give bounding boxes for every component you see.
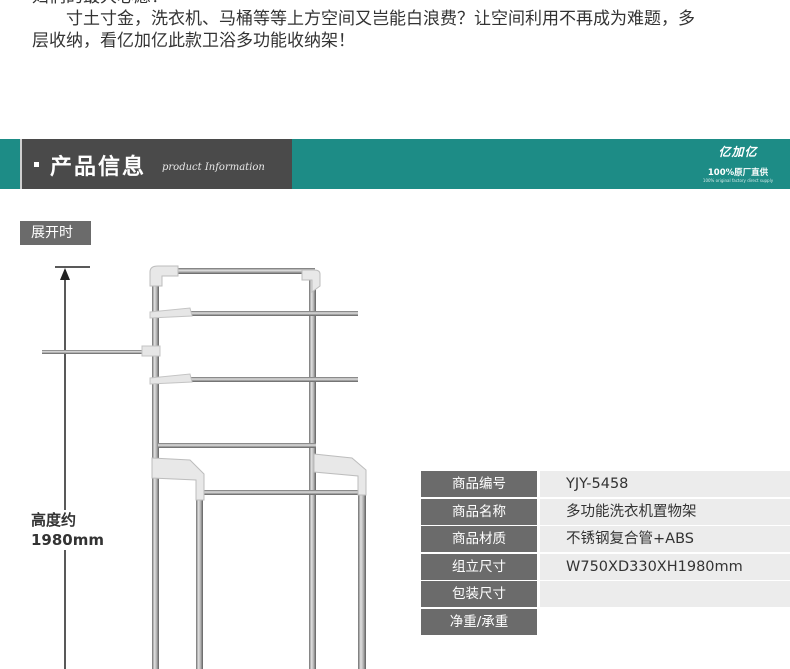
spec-key: 组立尺寸 <box>421 553 537 580</box>
spec-value <box>540 581 790 608</box>
brand-logo: 亿加亿 100%原厂直供 100% original factory direc… <box>698 143 778 185</box>
spec-row-package-size: 包装尺寸 <box>421 581 790 608</box>
brand-slogan: 100%原厂直供 <box>707 168 769 178</box>
spec-value: 不锈钢复合管+ABS <box>540 526 790 553</box>
spec-row-item-name: 商品名称 多功能洗衣机置物架 <box>421 498 790 525</box>
spec-value: W750XD330XH1980mm <box>540 553 790 580</box>
spec-key: 商品名称 <box>421 498 537 525</box>
brand-tiny-text: 100% original factory direct supply <box>702 178 774 183</box>
spec-row-material: 商品材质 不锈钢复合管+ABS <box>421 526 790 553</box>
spec-table: 商品编号 YJY-5458 商品名称 多功能洗衣机置物架 商品材质 不锈钢复合管… <box>421 471 790 637</box>
spec-row-weight: 净重/承重 <box>421 608 790 635</box>
spec-key: 商品编号 <box>421 471 537 497</box>
shelf-rack-illustration <box>42 265 367 669</box>
spec-value: YJY-5458 <box>540 471 790 497</box>
spec-key: 商品材质 <box>421 526 537 553</box>
spec-row-assembled-size: 组立尺寸 W750XD330XH1980mm <box>421 553 790 580</box>
spec-row-item-number: 商品编号 YJY-5458 <box>421 471 790 497</box>
spec-key: 净重/承重 <box>421 608 537 635</box>
spec-key: 包装尺寸 <box>421 581 537 608</box>
spec-value: 多功能洗衣机置物架 <box>540 498 790 525</box>
brand-mark: 亿加亿 <box>718 145 758 159</box>
